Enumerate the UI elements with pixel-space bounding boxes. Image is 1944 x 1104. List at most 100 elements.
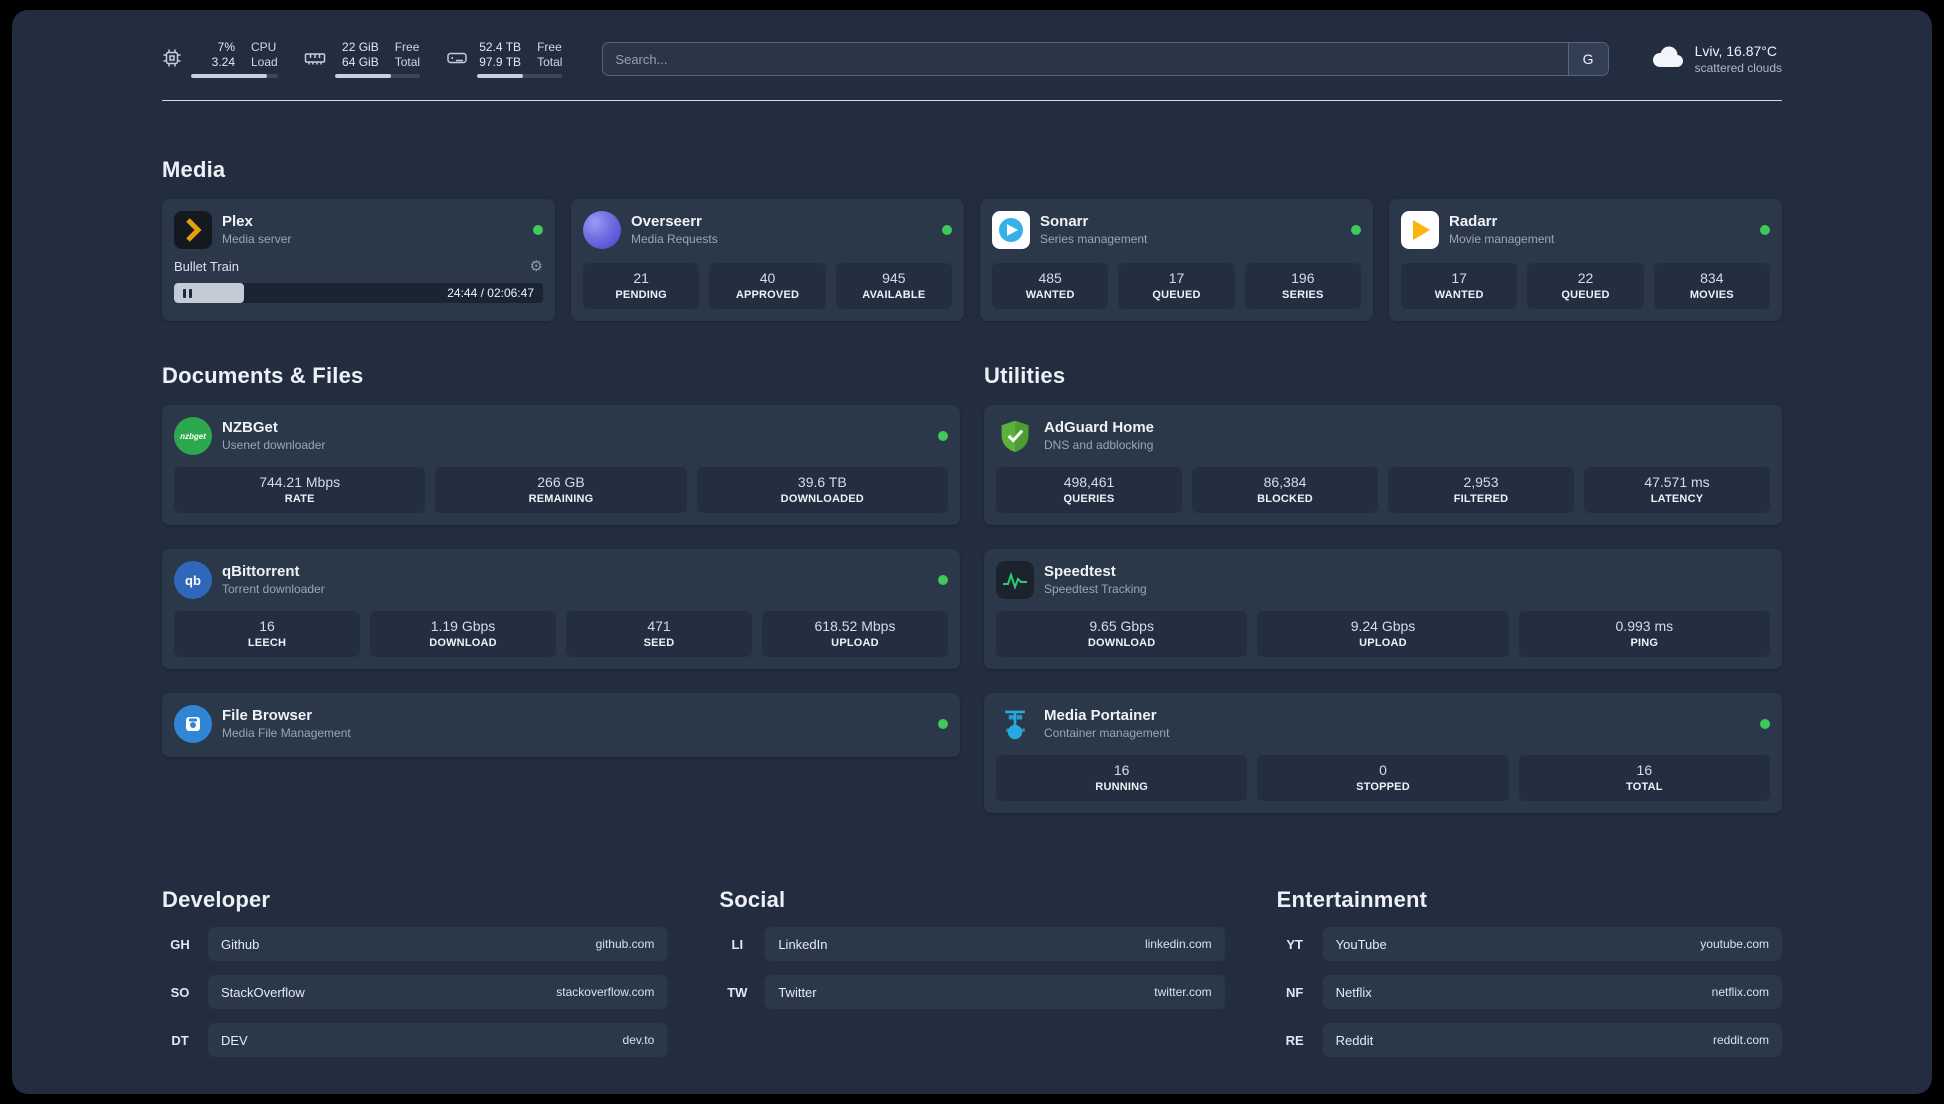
stat-tile: 9.24 Gbps UPLOAD: [1257, 611, 1509, 657]
stat-value: 945: [882, 270, 906, 286]
bookmark-name: LinkedIn: [778, 936, 828, 952]
stat-label: LEECH: [247, 637, 287, 649]
stat-tile: 16 TOTAL: [1518, 755, 1770, 801]
bookmark-url: stackoverflow.com: [556, 985, 655, 999]
dashboard-panel: 7% CPU 3.24 Load 22 GiB Free 64 GiB Tota…: [12, 10, 1932, 1094]
stat-value: 498,461: [1063, 474, 1115, 490]
app-card-adguard[interactable]: AdGuard Home DNS and adblocking 498,461 …: [984, 405, 1782, 525]
stat-value: 21: [633, 270, 649, 286]
section-documents: Documents & Files nzbget NZBGet Usenet d…: [162, 363, 960, 813]
bookmark-abbr: SO: [170, 984, 190, 1000]
stat-label: PENDING: [615, 289, 667, 301]
app-subtitle: Usenet downloader: [222, 438, 326, 453]
stat-label: DOWNLOAD: [1087, 637, 1156, 649]
gear-icon[interactable]: ⚙: [530, 259, 543, 274]
stat-label: UPLOAD: [831, 637, 879, 649]
stat-value: 47.571 ms: [1644, 474, 1710, 490]
section-media: Media Plex Media server Bullet Train ⚙ 2…: [162, 157, 1782, 321]
bookmark-youtube[interactable]: YT YouTube youtube.com: [1277, 927, 1782, 961]
stat-value: 22: [1577, 270, 1594, 286]
bookmark-url: linkedin.com: [1144, 937, 1212, 951]
app-name: File Browser: [222, 706, 313, 724]
stat-tile: 498,461 QUERIES: [996, 467, 1182, 513]
stat-tile: 834 MOVIES: [1653, 263, 1770, 309]
section-title-media: Media: [162, 157, 226, 182]
playback-progress-bar[interactable]: 24:44 / 02:06:47: [174, 283, 543, 303]
app-subtitle: DNS and adblocking: [1044, 438, 1154, 453]
bookmark-twitter[interactable]: TW Twitter twitter.com: [719, 975, 1225, 1009]
stat-tile: 266 GB REMAINING: [435, 467, 687, 513]
bookmark-linkedin[interactable]: LI LinkedIn linkedin.com: [719, 927, 1225, 961]
status-dot: [938, 719, 948, 729]
section-title-social: Social: [719, 887, 786, 912]
pause-icon[interactable]: [183, 288, 192, 298]
bookmark-abbr: TW: [727, 984, 748, 1000]
bookmark-name: DEV: [221, 1032, 248, 1048]
section-developer: Developer GH Github github.com SO StackO…: [162, 887, 668, 1057]
nzbget-icon: nzbget: [174, 417, 212, 455]
stat-value: 1.19 Gbps: [430, 618, 496, 634]
bookmark-netflix[interactable]: NF Netflix netflix.com: [1277, 975, 1782, 1009]
stat-label: DOWNLOAD: [429, 637, 497, 649]
status-dot: [1760, 719, 1770, 729]
search-engine-button[interactable]: G: [1567, 43, 1608, 75]
stat-label: FILTERED: [1453, 493, 1509, 505]
app-name: Speedtest: [1044, 562, 1116, 580]
bookmark-abbr: RE: [1285, 1032, 1304, 1048]
ram-label-bottom: Total: [394, 55, 421, 69]
app-subtitle: Container management: [1044, 726, 1170, 741]
bookmark-dev[interactable]: DT DEV dev.to: [162, 1023, 668, 1057]
ram-widget: 22 GiB Free 64 GiB Total: [304, 40, 421, 78]
now-playing-title: Bullet Train: [174, 259, 240, 274]
stat-label: TOTAL: [1625, 781, 1663, 793]
stat-label: MOVIES: [1689, 289, 1734, 301]
cpu-load: 3.24: [211, 55, 235, 69]
app-card-radarr[interactable]: Radarr Movie management 17 WANTED 22 QUE…: [1389, 199, 1782, 321]
app-card-nzbget[interactable]: nzbget NZBGet Usenet downloader 744.21 M…: [162, 405, 960, 525]
stat-label: PING: [1630, 637, 1659, 649]
plex-icon: [174, 211, 212, 249]
weather-widget[interactable]: Lviv, 16.87°C scattered clouds: [1649, 43, 1782, 76]
app-card-plex[interactable]: Plex Media server Bullet Train ⚙ 24:44 /…: [162, 199, 555, 321]
bookmark-abbr: DT: [171, 1032, 189, 1048]
app-card-qbittorrent[interactable]: qb qBittorrent Torrent downloader 16 LEE…: [162, 549, 960, 669]
app-card-filebrowser[interactable]: File Browser Media File Management: [162, 693, 960, 757]
stat-value: 471: [647, 618, 671, 634]
stat-tile: 744.21 Mbps RATE: [174, 467, 426, 513]
cpu-icon: [162, 48, 182, 73]
section-utilities: Utilities AdGuard Home DNS and adblockin…: [984, 363, 1782, 813]
bookmark-reddit[interactable]: RE Reddit reddit.com: [1277, 1023, 1782, 1057]
stat-value: 16: [1636, 762, 1653, 778]
stat-value: 16: [1113, 762, 1130, 778]
ram-total: 64 GiB: [342, 55, 379, 69]
stat-value: 485: [1038, 270, 1062, 286]
app-card-portainer[interactable]: Media Portainer Container management 16 …: [984, 693, 1782, 813]
stat-value: 2,953: [1463, 474, 1499, 490]
search-input[interactable]: [603, 43, 1568, 75]
section-entertainment: Entertainment YT YouTube youtube.com NF …: [1277, 887, 1782, 1057]
stat-value: 744.21 Mbps: [259, 474, 341, 490]
bookmark-stackoverflow[interactable]: SO StackOverflow stackoverflow.com: [162, 975, 668, 1009]
bookmark-name: Twitter: [778, 984, 817, 1000]
app-card-sonarr[interactable]: Sonarr Series management 485 WANTED 17 Q…: [980, 199, 1373, 321]
app-subtitle: Movie management: [1449, 232, 1555, 247]
stat-label: QUEUED: [1152, 289, 1201, 301]
app-card-overseerr[interactable]: Overseerr Media Requests 21 PENDING 40 A…: [571, 199, 964, 321]
cpu-label-bottom: Load: [251, 55, 278, 69]
cpu-percent: 7%: [217, 40, 235, 54]
stat-value: 16: [259, 618, 275, 634]
stat-label: RATE: [284, 493, 315, 505]
bookmark-url: reddit.com: [1712, 1033, 1769, 1047]
bookmark-github[interactable]: GH Github github.com: [162, 927, 668, 961]
section-social: Social LI LinkedIn linkedin.com TW Twitt…: [719, 887, 1225, 1057]
stat-tile: 17 QUEUED: [1118, 263, 1235, 309]
status-dot: [938, 575, 948, 585]
overseerr-icon: [583, 211, 621, 249]
disk-total: 97.9 TB: [479, 55, 522, 69]
app-subtitle: Torrent downloader: [222, 582, 325, 597]
stat-label: WANTED: [1025, 289, 1075, 301]
app-name: Plex: [222, 212, 253, 230]
cpu-label-top: CPU: [251, 40, 277, 54]
app-card-speedtest[interactable]: Speedtest Speedtest Tracking 9.65 Gbps D…: [984, 549, 1782, 669]
stat-label: SERIES: [1282, 289, 1324, 301]
